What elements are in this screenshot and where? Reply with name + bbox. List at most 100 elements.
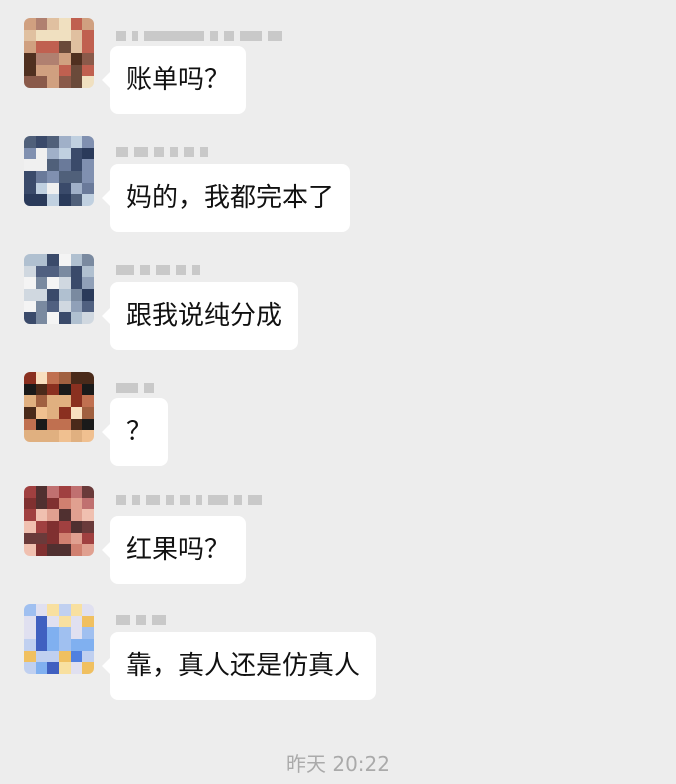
chat-area[interactable]: 账单吗？ 妈的，我都完本了 跟我说纯分成 ？ 红果吗？ 靠，真人还是仿真人 昨天…: [0, 0, 676, 784]
redaction-block: [176, 265, 186, 275]
avatar[interactable]: [24, 136, 94, 206]
avatar-pixel: [35, 430, 48, 442]
redaction-block: [140, 265, 150, 275]
avatar-pixel: [82, 136, 94, 148]
avatar-pixel: [59, 407, 71, 419]
sender-name-redacted: [116, 30, 282, 42]
avatar-pixel: [35, 76, 48, 88]
avatar-pixel: [59, 76, 71, 88]
avatar-pixel: [59, 544, 71, 556]
avatar-pixel: [47, 383, 59, 396]
avatar-pixel: [70, 650, 83, 663]
avatar-pixel: [70, 171, 83, 183]
avatar-pixel: [82, 383, 94, 396]
avatar-pixel: [35, 18, 48, 30]
redaction-block: [248, 495, 262, 505]
redaction-block: [152, 615, 166, 625]
avatar-pixel: [59, 662, 71, 674]
redaction-block: [180, 495, 190, 505]
avatar[interactable]: [24, 486, 94, 556]
avatar-pixel: [59, 300, 71, 313]
avatar-pixel: [24, 662, 36, 674]
message-bubble[interactable]: 跟我说纯分成: [101, 282, 299, 350]
redaction-block: [116, 265, 134, 275]
avatar-pixel: [47, 372, 59, 384]
redaction-block: [234, 495, 242, 505]
avatar-pixel: [70, 430, 83, 442]
avatar-pixel: [35, 136, 48, 148]
avatar-pixel: [47, 277, 59, 289]
avatar-pixel: [24, 76, 36, 88]
avatar-pixel: [70, 497, 83, 510]
redaction-block: [240, 31, 262, 41]
avatar-pixel: [59, 604, 71, 616]
redaction-block: [210, 31, 218, 41]
avatar-pixel: [47, 615, 59, 628]
avatar-pixel: [35, 53, 48, 65]
avatar-pixel: [24, 372, 36, 384]
avatar-pixel: [70, 254, 83, 266]
redaction-block: [224, 31, 234, 41]
avatar-pixel: [59, 395, 71, 407]
message-bubble[interactable]: 账单吗？: [101, 46, 247, 114]
avatar-pixel: [47, 430, 59, 442]
avatar-pixel: [70, 64, 83, 77]
avatar-pixel: [47, 312, 59, 324]
message-bubble[interactable]: 靠，真人还是仿真人: [101, 632, 377, 700]
avatar-pixel: [82, 509, 94, 521]
avatar-pixel: [59, 372, 71, 384]
redaction-block: [132, 495, 140, 505]
avatar-pixel: [82, 662, 94, 674]
sender-name-redacted: [116, 614, 166, 626]
avatar[interactable]: [24, 604, 94, 674]
avatar-pixel: [24, 147, 36, 160]
avatar-pixel: [24, 136, 36, 148]
avatar-pixel: [70, 521, 83, 533]
avatar-pixel: [70, 372, 83, 384]
avatar-pixel: [35, 312, 48, 324]
avatar-pixel: [35, 407, 48, 419]
avatar-pixel: [59, 277, 71, 289]
redaction-block: [208, 495, 228, 505]
avatar-pixel: [24, 497, 36, 510]
avatar-pixel: [47, 509, 59, 521]
avatar-pixel: [24, 194, 36, 206]
redaction-block: [166, 495, 174, 505]
avatar-pixel: [47, 64, 59, 77]
avatar-pixel: [70, 147, 83, 160]
avatar-pixel: [35, 604, 48, 616]
avatar-pixel: [82, 544, 94, 556]
avatar-pixel: [35, 639, 48, 651]
redaction-block: [154, 147, 164, 157]
avatar-pixel: [47, 407, 59, 419]
avatar-pixel: [47, 136, 59, 148]
avatar-pixel: [82, 265, 94, 278]
avatar-pixel: [35, 171, 48, 183]
message-bubble[interactable]: 妈的，我都完本了: [101, 164, 351, 232]
avatar-pixel: [47, 650, 59, 663]
avatar-pixel: [35, 41, 48, 53]
redaction-block: [144, 383, 154, 393]
avatar-pixel: [59, 53, 71, 65]
redaction-block: [268, 31, 282, 41]
message-bubble[interactable]: 红果吗？: [101, 516, 247, 584]
avatar-pixel: [70, 418, 83, 431]
avatar-pixel: [82, 171, 94, 183]
avatar-pixel: [59, 627, 71, 639]
avatar-pixel: [59, 639, 71, 651]
avatar-pixel: [82, 497, 94, 510]
avatar[interactable]: [24, 18, 94, 88]
avatar-pixel: [70, 662, 83, 674]
redaction-block: [146, 495, 160, 505]
avatar[interactable]: [24, 254, 94, 324]
avatar-pixel: [47, 254, 59, 266]
avatar-pixel: [35, 372, 48, 384]
avatar-pixel: [70, 639, 83, 651]
message-bubble[interactable]: ？: [101, 398, 169, 466]
avatar-pixel: [47, 497, 59, 510]
avatar-pixel: [24, 41, 36, 53]
avatar[interactable]: [24, 372, 94, 442]
sender-name-redacted: [116, 494, 262, 506]
avatar-pixel: [59, 159, 71, 171]
avatar-pixel: [35, 662, 48, 674]
